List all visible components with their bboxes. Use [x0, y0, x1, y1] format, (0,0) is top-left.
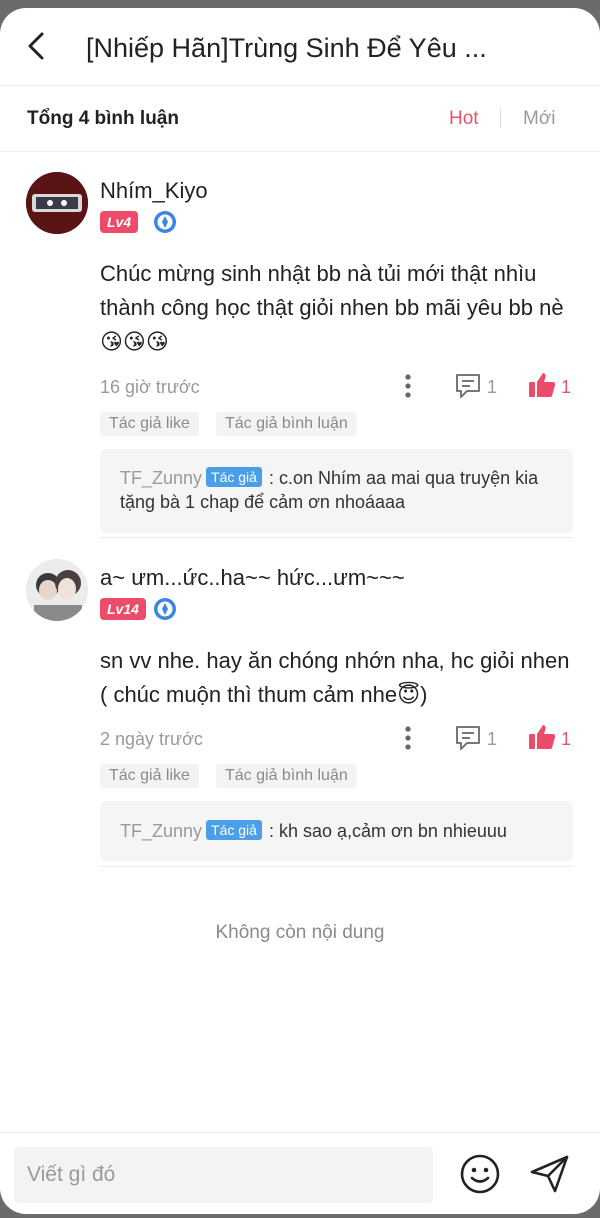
- comment-text: sn vv nhe. hay ăn chóng nhớn nha, hc giỏ…: [100, 648, 570, 707]
- back-arrow-icon[interactable]: [22, 28, 54, 64]
- comment-time: 16 giờ trước: [100, 377, 200, 397]
- medal-icon: [154, 211, 176, 233]
- emoji-icon[interactable]: [459, 1153, 501, 1195]
- comment-item: Nhím_Kiyo Lv4 Chúc mừng sinh nhật bb nà …: [0, 152, 600, 538]
- comment-divider: [100, 537, 573, 538]
- reply-count: 1: [487, 729, 498, 749]
- more-vertical-icon[interactable]: [397, 724, 419, 752]
- comment-total: Tổng 4 bình luận: [27, 108, 179, 129]
- avatar[interactable]: [26, 559, 88, 621]
- more-vertical-icon[interactable]: [397, 372, 419, 400]
- medal-icon: [154, 598, 176, 620]
- sort-hot-tab[interactable]: Hot: [449, 108, 479, 130]
- header: [Nhiếp Hãn]Trùng Sinh Để Yêu ...: [0, 8, 600, 86]
- page-title: [Nhiếp Hãn]Trùng Sinh Để Yêu ...: [86, 33, 487, 63]
- author-commented-tag: Tác giả bình luận: [216, 412, 357, 436]
- author-badge: Tác giả: [206, 467, 262, 487]
- author-reply[interactable]: TF_Zunny Tác giả : kh sao ạ,cảm ơn bn nhi…: [100, 801, 573, 861]
- level-badge: Lv4: [100, 211, 139, 233]
- like-count: 1: [561, 377, 572, 397]
- like-count: 1: [561, 729, 572, 749]
- author-commented-tag: Tác giả bình luận: [216, 764, 357, 788]
- comment-item: a~ ưm...ức..ha~~ hức...ưm~~~ Lv14 sn vv …: [0, 539, 600, 873]
- end-of-list-note: Không còn nội dung: [215, 922, 385, 943]
- reply-author[interactable]: TF_Zunny: [120, 821, 202, 841]
- reply-author[interactable]: TF_Zunny: [120, 468, 202, 488]
- comment-count-bar: Tổng 4 bình luận Hot Mới: [0, 86, 600, 152]
- thumbs-up-icon[interactable]: [527, 722, 557, 752]
- comment-divider: [100, 866, 573, 867]
- reply-icon[interactable]: [454, 372, 482, 400]
- author-badge: Tác giả: [206, 820, 262, 840]
- level-badge: Lv14: [100, 598, 146, 620]
- author-liked-tag: Tác giả like: [100, 764, 199, 788]
- thumbs-up-icon[interactable]: [527, 370, 557, 400]
- comment-text: Chúc mừng sinh nhật bb nà tủi mới thật n…: [100, 261, 564, 354]
- comment-composer: [0, 1132, 600, 1214]
- reply-count: 1: [487, 377, 498, 397]
- avatar[interactable]: [26, 172, 88, 234]
- reply-text: : kh sao ạ,cảm ơn bn nhieuuu: [268, 821, 507, 841]
- reply-icon[interactable]: [454, 724, 482, 752]
- sort-divider: [500, 108, 501, 128]
- author-reply[interactable]: TF_Zunny Tác giả : c.on Nhím aa mai qua t…: [100, 449, 573, 533]
- comments-sheet: [Nhiếp Hãn]Trùng Sinh Để Yêu ... Tổng 4 …: [0, 8, 600, 1214]
- username[interactable]: a~ ưm...ức..ha~~ hức...ưm~~~: [100, 565, 405, 591]
- comment-input[interactable]: [14, 1147, 433, 1203]
- author-liked-tag: Tác giả like: [100, 412, 199, 436]
- username[interactable]: Nhím_Kiyo: [100, 178, 208, 204]
- comment-time: 2 ngày trước: [100, 729, 203, 749]
- send-icon[interactable]: [528, 1153, 572, 1195]
- sort-new-tab[interactable]: Mới: [523, 108, 556, 130]
